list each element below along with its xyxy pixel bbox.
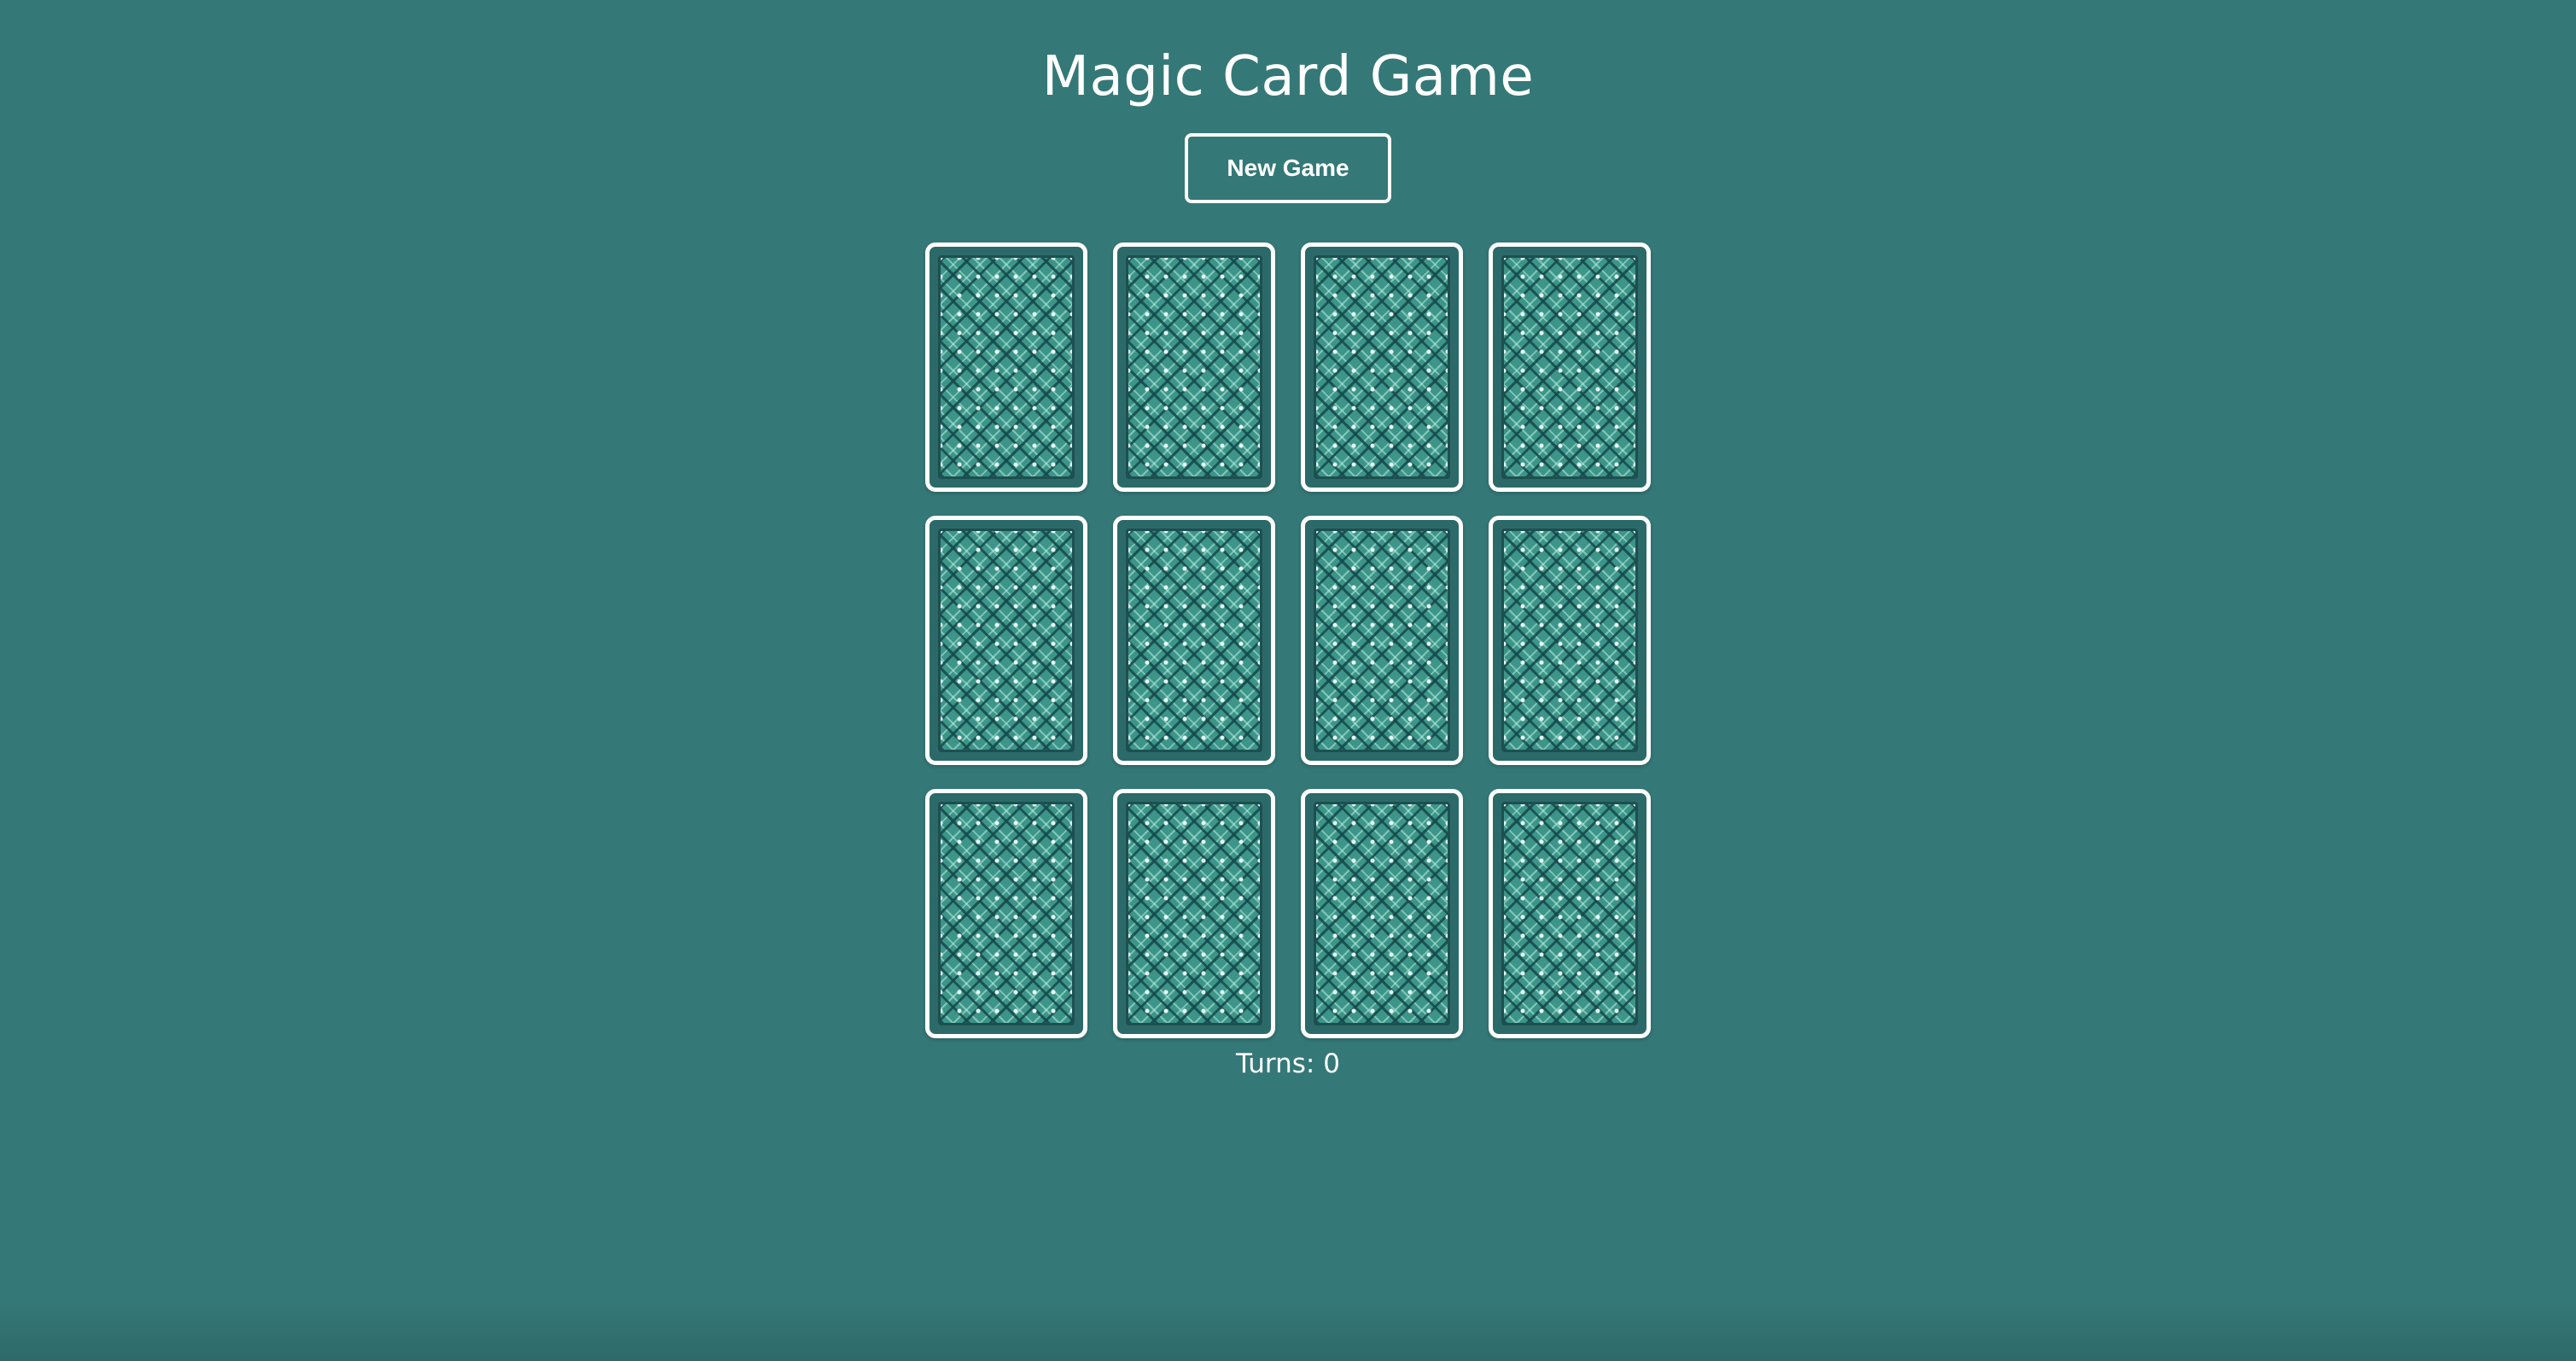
card-back-pattern [1501,802,1638,1025]
game-page: { "game": { "title": "Magic Card Game", … [0,0,2576,1361]
card-back-pattern [938,529,1075,752]
card-12[interactable] [1489,789,1651,1038]
card-back-pattern [1314,802,1450,1025]
card-8[interactable] [1489,516,1651,765]
card-back-pattern [1126,802,1262,1025]
card-7[interactable] [1301,516,1463,765]
card-2[interactable] [1113,242,1275,492]
card-back-pattern [1314,529,1450,752]
card-1[interactable] [925,242,1087,492]
card-back-pattern [938,802,1075,1025]
card-back-pattern [1126,529,1262,752]
card-back-pattern [1501,255,1638,479]
bottom-shadow [0,1301,2576,1361]
card-9[interactable] [925,789,1087,1038]
card-grid [925,242,1651,1038]
card-10[interactable] [1113,789,1275,1038]
new-game-button[interactable]: New Game [1185,133,1391,203]
game-app: Magic Card Game New Game Turns: 0 [0,0,2576,1081]
turns-value: 0 [1323,1048,1340,1079]
card-5[interactable] [925,516,1087,765]
card-6[interactable] [1113,516,1275,765]
card-back-pattern [1314,255,1450,479]
card-4[interactable] [1489,242,1651,492]
card-back-pattern [938,255,1075,479]
card-3[interactable] [1301,242,1463,492]
card-back-pattern [1126,255,1262,479]
page-title: Magic Card Game [1041,45,1535,108]
turns-counter: Turns: 0 [1236,1047,1340,1081]
card-11[interactable] [1301,789,1463,1038]
card-back-pattern [1501,529,1638,752]
turns-label: Turns: [1236,1048,1315,1079]
